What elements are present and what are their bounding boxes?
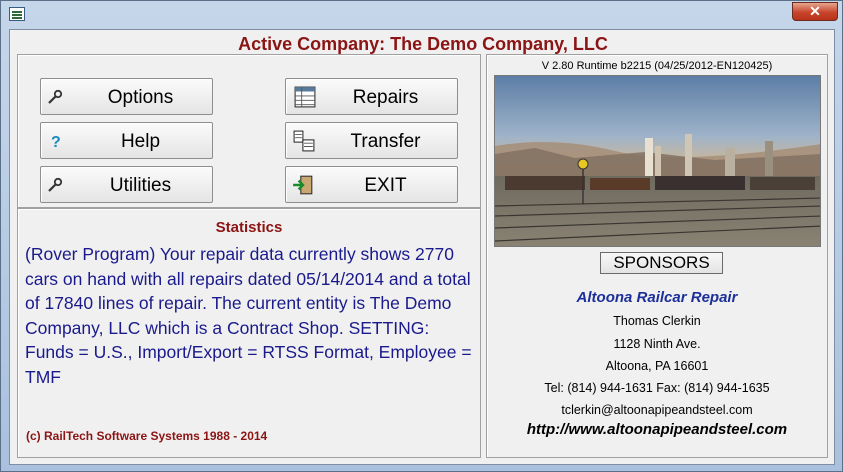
page-title: Active Company: The Demo Company, LLC [238,34,608,54]
sponsor-contact: Thomas Clerkin [613,314,701,328]
options-button[interactable]: Options [40,78,213,115]
sponsor-address-line1: 1128 Ninth Ave. [613,337,701,351]
help-label: Help [120,131,161,152]
app-icon[interactable] [9,7,25,21]
transfer-button[interactable]: Transfer [285,122,458,159]
statistics-heading: Statistics [215,219,283,236]
sponsor-phone: Tel: (814) 944-1631 Fax: (814) 944-1635 [544,381,770,395]
wrench-icon [48,177,63,192]
sponsor-address-line2: Altoona, PA 16601 [605,359,709,373]
statistics-panel: Statistics (Rover Program) Your repair d… [17,208,481,458]
exit-button[interactable]: EXIT [285,166,458,203]
repairs-label: Repairs [352,87,419,108]
exit-label: EXIT [364,175,407,196]
wrench-icon [48,89,63,104]
sponsor-panel: V 2.80 Runtime b2215 (04/25/2012-EN12042… [486,54,828,458]
copyright-text: (c) RailTech Software Systems 1988 - 201… [26,429,268,443]
close-button[interactable]: ✕ [792,2,838,21]
exit-door-icon [293,175,313,195]
sponsor-website-link[interactable]: http://www.altoonapipeandsteel.com [487,421,827,438]
button-panel: Options ? Help Utilities Repairs Transfe… [17,54,481,208]
transfer-label: Transfer [350,131,421,152]
sponsor-name: Altoona Railcar Repair [576,289,738,306]
railyard-photo [494,75,821,247]
version-text: V 2.80 Runtime b2215 (04/25/2012-EN12042… [541,60,773,72]
title-bar[interactable]: ✕ [1,1,842,29]
statistics-text: (Rover Program) Your repair data current… [25,244,472,387]
app-window: ✕ Active Company: The Demo Company, LLC … [0,0,843,472]
help-button[interactable]: ? Help [40,122,213,159]
transfer-icon [293,130,315,152]
sponsor-email: tclerkin@altoonapipeandsteel.com [561,403,753,417]
question-icon: ? [51,134,61,150]
utilities-label: Utilities [109,175,172,196]
main-panel: Active Company: The Demo Company, LLC Op… [9,29,835,465]
utilities-button[interactable]: Utilities [40,166,213,203]
svg-text:?: ? [51,134,61,150]
options-label: Options [107,87,174,108]
repairs-button[interactable]: Repairs [285,78,458,115]
sponsors-button[interactable]: SPONSORS [600,252,723,274]
